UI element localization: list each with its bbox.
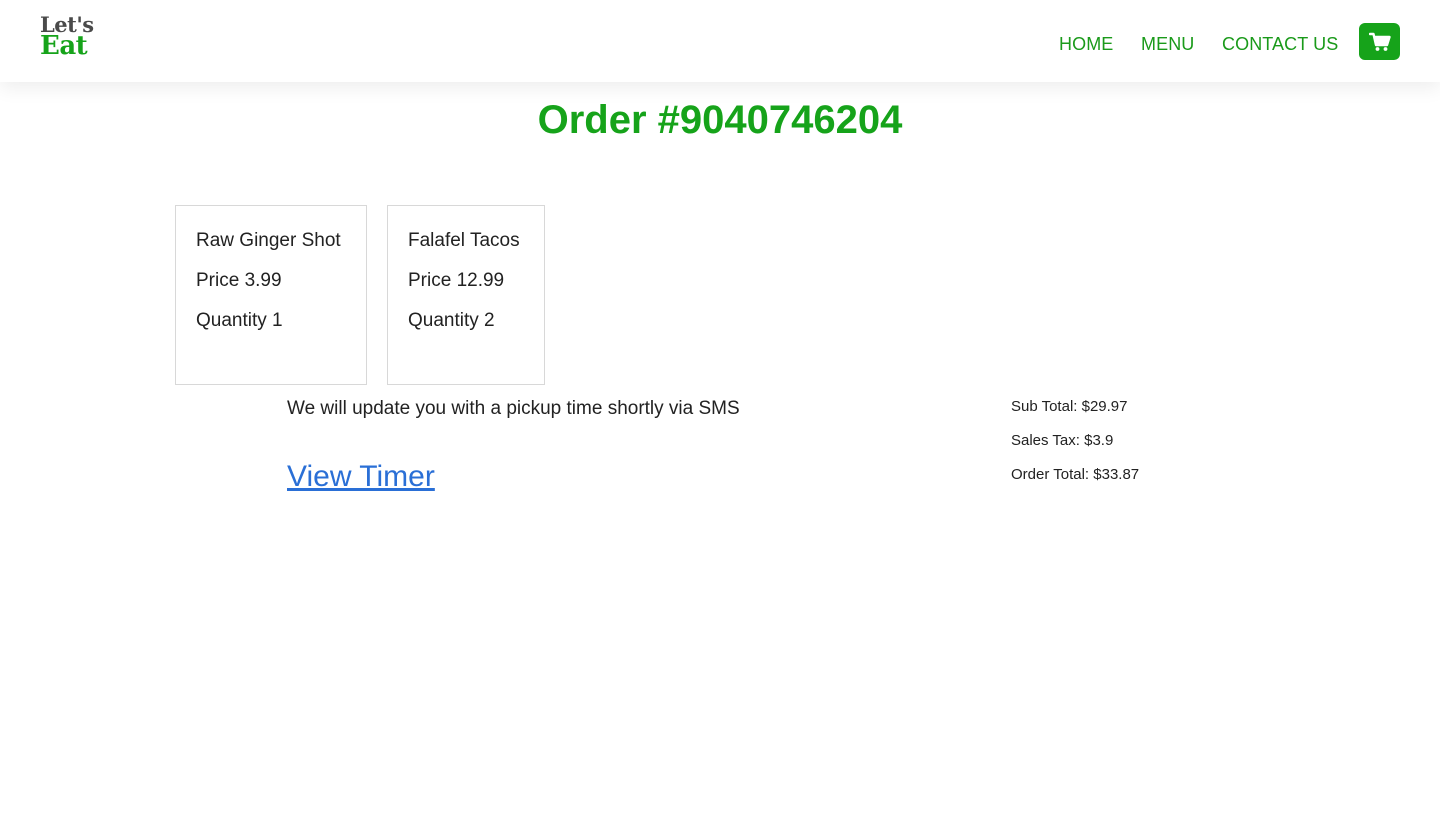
logo[interactable]: Let's Eat [40,14,100,64]
cart-button[interactable] [1359,23,1400,60]
pickup-notice: We will update you with a pickup time sh… [287,398,740,419]
item-price: Price 12.99 [408,270,505,291]
item-name: Raw Ginger Shot [196,230,341,251]
item-name: Falafel Tacos [408,230,520,251]
order-totals: Sub Total: $29.97 Sales Tax: $3.9 Order … [1011,398,1139,500]
nav-contact-link[interactable]: CONTACT US [1222,34,1338,55]
order-item-card: Falafel Tacos Price 12.99 Quantity 2 [387,205,545,385]
nav-home-link[interactable]: HOME [1059,34,1113,55]
order-total-text: Order Total: $33.87 [1011,466,1140,483]
item-price: Price 3.99 [196,270,282,291]
order-item-card: Raw Ginger Shot Price 3.99 Quantity 1 [175,205,367,385]
view-timer-link[interactable]: View Timer [287,460,435,494]
item-quantity: Quantity 1 [196,310,283,331]
subtotal-text: Sub Total: $29.97 [1011,398,1128,415]
navbar: Let's Eat HOME MENU CONTACT US [0,0,1440,82]
sales-tax-text: Sales Tax: $3.9 [1011,432,1114,449]
item-quantity: Quantity 2 [408,310,495,331]
nav-menu-link[interactable]: MENU [1141,34,1194,55]
shopping-cart-icon [1368,32,1391,51]
order-title: Order #9040746204 [537,98,903,142]
